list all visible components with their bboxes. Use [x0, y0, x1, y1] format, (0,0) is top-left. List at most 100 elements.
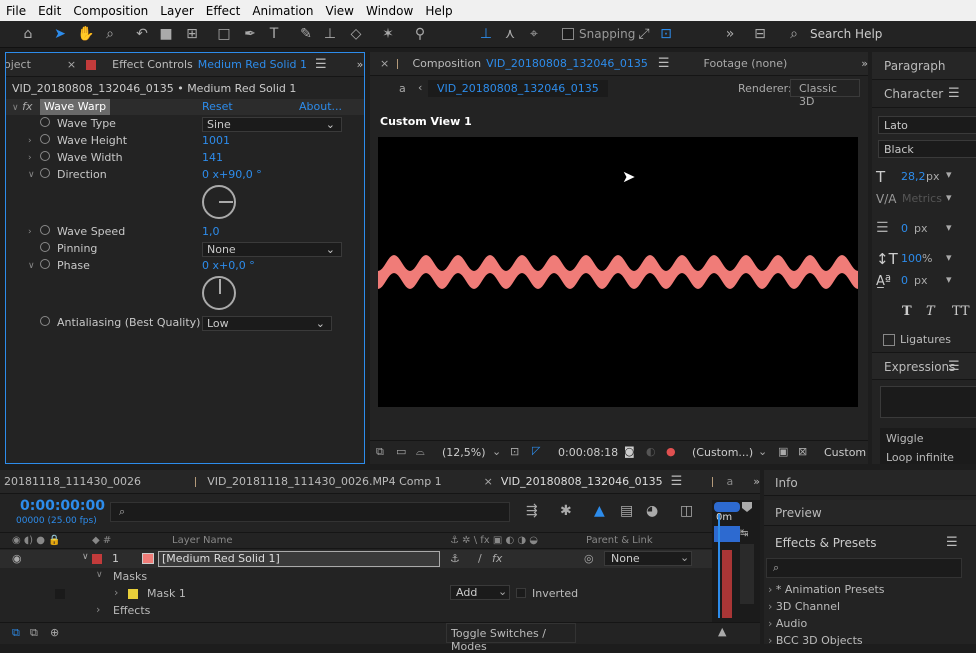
- fast-preview-icon[interactable]: ▣: [778, 445, 788, 458]
- close-icon[interactable]: ×: [484, 475, 493, 488]
- world-axis-icon[interactable]: ⋏: [500, 25, 520, 43]
- tab-comp-1[interactable]: 20181118_111430_0026: [4, 475, 141, 488]
- color-channels-icon[interactable]: ●: [666, 445, 676, 458]
- effects-category[interactable]: › Audio: [768, 615, 885, 632]
- expression-search-field[interactable]: [880, 386, 976, 418]
- stopwatch-icon[interactable]: [40, 151, 50, 161]
- expand-layer-switches-icon[interactable]: ⧉: [30, 626, 38, 640]
- menu-layer[interactable]: Layer: [154, 4, 199, 18]
- search-icon[interactable]: ⌕: [784, 25, 804, 43]
- monitor-icon[interactable]: ▭: [396, 445, 406, 458]
- fx-switch-icon[interactable]: fx: [492, 552, 502, 565]
- expression-item-loop[interactable]: Loop infinite: [880, 449, 976, 464]
- tab-comp-2[interactable]: VID_20181118_111430_0026.MP4 Comp 1: [207, 475, 441, 488]
- shy-layers-icon[interactable]: ▲: [594, 503, 605, 519]
- collapse-toggle[interactable]: ∨: [28, 167, 35, 183]
- tab-effect-controls-name[interactable]: Medium Red Solid 1: [198, 58, 307, 71]
- ligatures-checkbox[interactable]: [883, 334, 895, 346]
- layer-expand-toggle[interactable]: ∨: [82, 552, 89, 562]
- visibility-eye-icon[interactable]: ◉: [12, 552, 22, 565]
- breadcrumb-comp[interactable]: VID_20180808_132046_0135: [428, 80, 608, 97]
- draft-3d-icon[interactable]: ✱: [560, 503, 572, 519]
- expand-toggle[interactable]: ›: [28, 133, 32, 149]
- composition-viewer[interactable]: ➤: [378, 137, 858, 407]
- fx-toggle[interactable]: fx: [22, 100, 32, 113]
- eraser-tool-icon[interactable]: ◇: [346, 25, 366, 43]
- mask-expand-toggle[interactable]: ›: [114, 586, 118, 599]
- panel-menu-icon[interactable]: ☰: [948, 86, 960, 101]
- breadcrumb-a[interactable]: a: [399, 82, 406, 95]
- view-axis-icon[interactable]: ⌖: [524, 25, 544, 43]
- tab-composition-prefix[interactable]: Composition: [412, 57, 481, 70]
- zoom-tool-icon[interactable]: ⌕: [100, 25, 120, 43]
- masks-expand-toggle[interactable]: ∨: [96, 570, 103, 580]
- snap-features-icon[interactable]: ⊡: [656, 25, 676, 43]
- work-area-end-icon[interactable]: [742, 502, 752, 512]
- layer-name-column[interactable]: Layer Name: [172, 535, 233, 546]
- snap-edges-icon[interactable]: ⤢: [634, 25, 654, 43]
- tab-project[interactable]: oject: [6, 58, 31, 71]
- show-snapshot-icon[interactable]: ◐: [646, 445, 656, 458]
- stopwatch-icon[interactable]: [40, 242, 50, 252]
- phase-dial[interactable]: [202, 276, 236, 310]
- character-header[interactable]: Character: [872, 80, 976, 108]
- view-mode[interactable]: Custom: [824, 446, 866, 459]
- toggle-switches-modes-button[interactable]: Toggle Switches / Modes: [446, 623, 576, 643]
- selection-tool-icon[interactable]: ➤: [50, 25, 70, 43]
- graph-editor-icon[interactable]: ◫: [680, 503, 693, 519]
- stopwatch-icon[interactable]: [40, 168, 50, 178]
- expand-toggle[interactable]: ›: [28, 150, 32, 166]
- clone-stamp-tool-icon[interactable]: ⊥: [320, 25, 340, 43]
- type-tool-icon[interactable]: T: [264, 25, 284, 43]
- tab-comp-4[interactable]: a: [727, 475, 734, 488]
- puppet-tool-icon[interactable]: ⚲: [410, 25, 430, 43]
- effects-search-input[interactable]: ⌕: [766, 558, 962, 578]
- nav-arrow-icon[interactable]: ↹: [740, 528, 748, 539]
- wave-width-value[interactable]: 141: [202, 150, 223, 166]
- effects-group[interactable]: Effects: [113, 604, 150, 617]
- effects-category[interactable]: › BCC 3D Objects: [768, 632, 885, 649]
- panel-expand-icon[interactable]: »: [861, 57, 868, 70]
- region-of-interest-icon[interactable]: ⊡: [510, 445, 519, 458]
- vertical-scale-value[interactable]: 100: [901, 252, 922, 265]
- close-icon[interactable]: ×: [67, 58, 76, 71]
- effects-expand-toggle[interactable]: ›: [96, 603, 100, 616]
- font-size-value[interactable]: 28,2: [901, 170, 926, 183]
- pan-behind-tool-icon[interactable]: ⊞: [182, 25, 202, 43]
- about-link[interactable]: About...: [299, 99, 342, 115]
- menu-effect[interactable]: Effect: [200, 4, 247, 18]
- wave-type-select[interactable]: Sine⌄: [202, 117, 342, 132]
- stopwatch-icon[interactable]: [40, 316, 50, 326]
- menu-view[interactable]: View: [320, 4, 360, 18]
- tab-effect-controls-prefix[interactable]: Effect Controls: [112, 58, 193, 71]
- wave-height-value[interactable]: 1001: [202, 133, 230, 149]
- stopwatch-icon[interactable]: [40, 225, 50, 235]
- pinning-select[interactable]: None⌄: [202, 242, 342, 257]
- menu-window[interactable]: Window: [360, 4, 419, 18]
- tab-footage[interactable]: Footage (none): [704, 57, 788, 70]
- playhead[interactable]: [718, 514, 720, 618]
- zoom-out-icon[interactable]: ▲: [718, 625, 726, 638]
- current-time[interactable]: 0:00:08:18: [558, 446, 618, 459]
- camera-tool-icon[interactable]: ■: [156, 25, 176, 43]
- comp-flowchart-icon[interactable]: ⇶: [526, 503, 538, 519]
- mask-1-name[interactable]: Mask 1: [147, 587, 186, 600]
- faux-bold-icon[interactable]: T: [902, 304, 912, 319]
- mask-visibility-icon[interactable]: ⌓: [416, 445, 425, 459]
- label-color-swatch[interactable]: [92, 554, 102, 564]
- inverted-checkbox[interactable]: [516, 588, 526, 598]
- parent-column[interactable]: Parent & Link: [586, 535, 653, 546]
- motion-blur-icon[interactable]: ◕: [646, 503, 658, 519]
- frame-blending-icon[interactable]: ▤: [620, 503, 633, 519]
- info-tab[interactable]: Info: [775, 476, 798, 490]
- masks-group[interactable]: Masks: [113, 570, 147, 583]
- quality-switch-icon[interactable]: /: [478, 552, 482, 565]
- layer-row[interactable]: ◉ ∨ 1 [Medium Red Solid 1] ⚓ / fx ◎ None…: [0, 550, 712, 568]
- effects-presets-tab[interactable]: Effects & Presets: [775, 536, 876, 550]
- effect-name[interactable]: Wave Warp: [40, 99, 110, 115]
- layer-bar[interactable]: [722, 550, 732, 618]
- effects-category[interactable]: › * Animation Presets: [768, 581, 885, 598]
- menu-file[interactable]: File: [0, 4, 32, 18]
- panel-menu-icon[interactable]: ☰: [658, 56, 670, 71]
- timecode[interactable]: 0:00:00:00: [20, 498, 105, 514]
